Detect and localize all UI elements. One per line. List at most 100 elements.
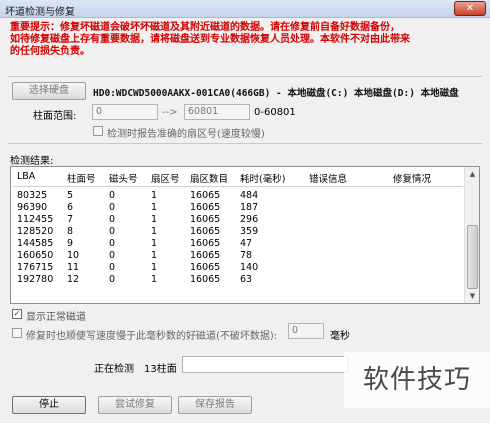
report-accurate-label: 检测时报告准确的扇区号(速度较慢) — [107, 129, 265, 140]
cell-elapsed: 47 — [240, 238, 253, 249]
cell-cylinder: 5 — [67, 190, 74, 201]
close-button[interactable]: ✕ — [454, 1, 486, 16]
cell-lba: 112455 — [17, 214, 54, 225]
cell-cylinder: 10 — [67, 250, 80, 261]
column-header[interactable]: 扇区数目 — [190, 171, 228, 185]
cell-sector: 1 — [151, 250, 158, 261]
cell-sector: 1 — [151, 190, 158, 201]
watermark: 软件技巧 — [344, 352, 490, 408]
window-title: 坏道检测与修复 — [5, 7, 75, 18]
results-scrollbar[interactable]: ▲ ▼ — [464, 167, 479, 303]
cell-sector-count: 16065 — [190, 274, 221, 285]
cell-elapsed: 187 — [240, 202, 259, 213]
cell-elapsed: 296 — [240, 214, 259, 225]
cell-sector-count: 16065 — [190, 214, 221, 225]
cell-lba: 144585 — [17, 238, 54, 249]
section-divider — [8, 76, 482, 77]
cell-head: 0 — [109, 190, 116, 201]
cylinder-range-label: 柱面范围: — [33, 111, 77, 122]
disk-info: HD0:WDCWD5000AAKX-001CA0(466GB) - 本地磁盘(C… — [93, 88, 459, 99]
cell-head: 0 — [109, 226, 116, 237]
warning-line: 的任何损失负责。 — [10, 46, 90, 57]
cell-sector: 1 — [151, 226, 158, 237]
range-arrow: --> — [162, 107, 178, 118]
cell-elapsed: 484 — [240, 190, 259, 201]
column-header[interactable]: 磁头号 — [109, 171, 138, 185]
section-divider — [8, 143, 482, 144]
scroll-down-icon[interactable]: ▼ — [465, 289, 480, 303]
table-row[interactable]: 176715 11 0 1 16065 140 — [11, 262, 463, 274]
range-end-field[interactable]: 60801 — [184, 104, 250, 120]
table-row[interactable]: 192780 12 0 1 16065 63 — [11, 274, 463, 286]
cell-cylinder: 6 — [67, 202, 74, 213]
table-row[interactable]: 144585 9 0 1 16065 47 — [11, 238, 463, 250]
repair-slow-checkbox[interactable] — [12, 328, 22, 338]
report-accurate-checkbox[interactable] — [93, 126, 103, 136]
column-header[interactable]: 耗时(毫秒) — [240, 171, 285, 185]
cell-elapsed: 78 — [240, 250, 253, 261]
column-header[interactable]: 柱面号 — [67, 171, 96, 185]
cell-lba: 160650 — [17, 250, 54, 261]
show-normal-label: 显示正常磁道 — [26, 312, 86, 323]
cell-sector-count: 16065 — [190, 250, 221, 261]
save-report-button[interactable]: 保存报告 — [178, 396, 252, 414]
cell-lba: 176715 — [17, 262, 54, 273]
cell-cylinder: 11 — [67, 262, 80, 273]
cell-sector-count: 16065 — [190, 238, 221, 249]
cell-sector: 1 — [151, 238, 158, 249]
cell-sector-count: 16065 — [190, 190, 221, 201]
cell-lba: 128520 — [17, 226, 54, 237]
cell-head: 0 — [109, 250, 116, 261]
range-start-field[interactable]: 0 — [92, 104, 158, 120]
cell-sector: 1 — [151, 202, 158, 213]
cell-head: 0 — [109, 274, 116, 285]
cell-lba: 96390 — [17, 202, 48, 213]
select-disk-button[interactable]: 选择硬盘 — [12, 82, 86, 100]
column-header[interactable]: 扇区号 — [151, 171, 180, 185]
warning-line: 如待修复磁盘上存有重要数据，请将磁盘送到专业数据恢复人员处理。本软件不对由此带来 — [10, 34, 410, 45]
cell-head: 0 — [109, 262, 116, 273]
header-separator — [13, 186, 463, 187]
cell-sector-count: 16065 — [190, 202, 221, 213]
cell-lba: 192780 — [17, 274, 54, 285]
cell-sector-count: 16065 — [190, 262, 221, 273]
range-total: 0-60801 — [254, 107, 296, 118]
window-titlebar[interactable]: 坏道检测与修复 ✕ — [0, 0, 490, 18]
progress-field — [182, 356, 348, 373]
cell-head: 0 — [109, 214, 116, 225]
cell-head: 0 — [109, 202, 116, 213]
table-row[interactable]: 80325 5 0 1 16065 484 — [11, 190, 463, 202]
try-repair-button[interactable]: 尝试修复 — [98, 396, 172, 414]
stop-button[interactable]: 停止 — [12, 396, 86, 414]
results-table[interactable]: LBA 柱面号 磁头号 扇区号 扇区数目 耗时(毫秒) 错误信息 修复情况 80… — [10, 166, 480, 304]
scroll-up-icon[interactable]: ▲ — [465, 167, 480, 181]
column-header[interactable]: LBA — [17, 171, 35, 182]
cell-sector: 1 — [151, 274, 158, 285]
cell-cylinder: 7 — [67, 214, 74, 225]
show-normal-checkbox[interactable]: ✓ — [12, 309, 22, 319]
cell-cylinder: 12 — [67, 274, 80, 285]
cell-elapsed: 63 — [240, 274, 253, 285]
cell-sector-count: 16065 — [190, 226, 221, 237]
column-header[interactable]: 错误信息 — [309, 171, 347, 185]
slow-ms-field[interactable]: 0 — [288, 323, 324, 339]
table-row[interactable]: 96390 6 0 1 16065 187 — [11, 202, 463, 214]
repair-slow-label: 修复时也顺便写速度慢于此毫秒数的好磁道(不破坏数据): — [26, 331, 278, 342]
cell-cylinder: 8 — [67, 226, 74, 237]
column-header[interactable]: 修复情况 — [393, 171, 431, 185]
results-label: 检测结果: — [10, 156, 54, 167]
cell-elapsed: 140 — [240, 262, 259, 273]
cell-head: 0 — [109, 238, 116, 249]
close-icon: ✕ — [465, 3, 475, 14]
scrollbar-thumb[interactable] — [467, 225, 478, 289]
cell-cylinder: 9 — [67, 238, 74, 249]
cell-lba: 80325 — [17, 190, 48, 201]
cell-sector: 1 — [151, 214, 158, 225]
table-row[interactable]: 160650 10 0 1 16065 78 — [11, 250, 463, 262]
table-row[interactable]: 128520 8 0 1 16065 359 — [11, 226, 463, 238]
ms-unit-label: 毫秒 — [330, 331, 350, 342]
warning-notice: 重要提示：修复坏磁道会破坏坏磁道及其附近磁道的数据。请在修复前自备好数据备份， … — [10, 22, 486, 58]
status-label: 正在检测 — [94, 364, 134, 375]
cell-elapsed: 359 — [240, 226, 259, 237]
table-row[interactable]: 112455 7 0 1 16065 296 — [11, 214, 463, 226]
